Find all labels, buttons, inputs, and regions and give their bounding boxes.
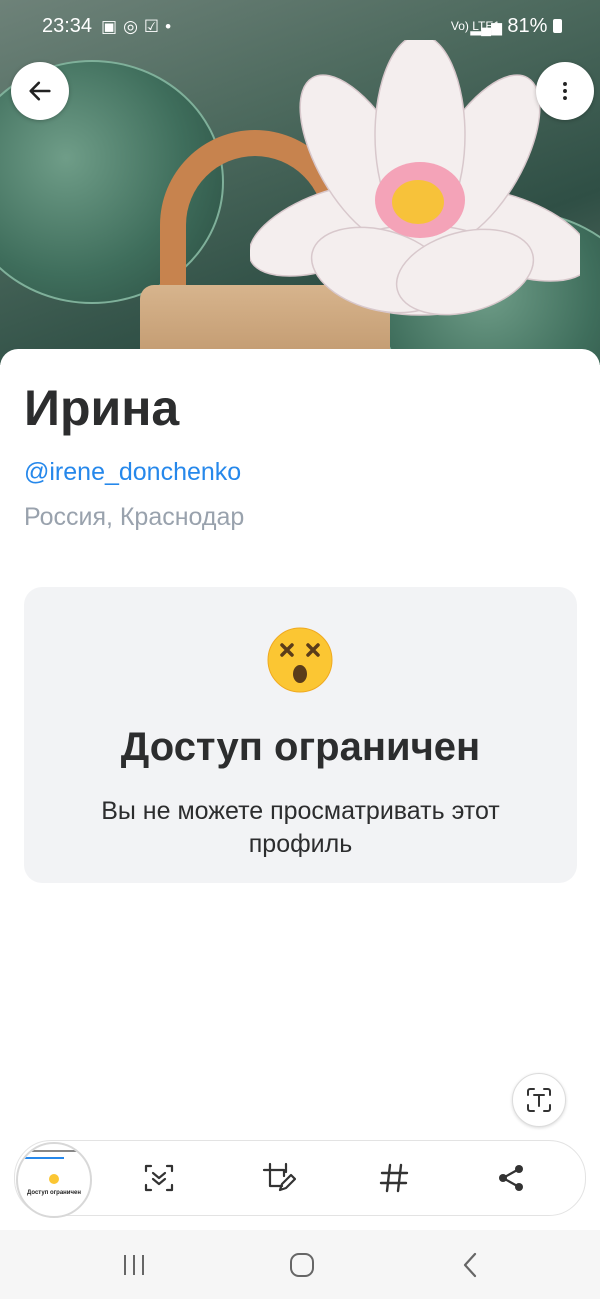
arrow-left-icon [29, 81, 51, 101]
home-icon [290, 1253, 314, 1277]
status-time: 23:34 [42, 15, 93, 37]
thumb-line [24, 1157, 64, 1159]
screenshot-thumbnail[interactable]: Доступ ограничен [16, 1142, 92, 1218]
profile-cover-image [0, 0, 600, 365]
kebab-menu-icon [563, 82, 567, 100]
more-options-button[interactable] [536, 62, 594, 120]
lotus-flower [250, 40, 580, 316]
restricted-description: Вы не можете просматривать этот профиль [101, 797, 500, 858]
thumb-emoji [49, 1174, 59, 1184]
share-button[interactable] [491, 1158, 531, 1198]
profile-handle[interactable]: @irene_donchenko [24, 458, 241, 487]
notification-icons: ▣◎☑• [101, 17, 177, 37]
thumbnail-title: Доступ ограничен [27, 1190, 81, 1196]
back-button[interactable] [11, 62, 69, 120]
scroll-capture-icon [144, 1164, 174, 1192]
dizzy-face-emoji-icon [267, 627, 333, 693]
recent-apps-button[interactable] [114, 1248, 154, 1282]
profile-location: Россия, Краснодар [24, 503, 245, 531]
hashtag-button[interactable] [374, 1158, 414, 1198]
crop-edit-icon [262, 1162, 296, 1192]
recent-apps-icon [124, 1255, 144, 1275]
whatsapp-icon: ◎ [123, 17, 144, 36]
text-recognition-icon [527, 1088, 551, 1112]
home-button[interactable] [282, 1248, 322, 1282]
checkbox-icon: ☑ [143, 17, 166, 36]
restricted-title: Доступ ограничен [120, 725, 481, 769]
restricted-access-card: Доступ ограничен Вы не можете просматрив… [24, 587, 577, 883]
scroll-capture-button[interactable] [139, 1158, 179, 1198]
dot-icon: • [165, 17, 178, 36]
profile-name: Ирина [24, 380, 180, 436]
chevron-left-icon [463, 1252, 477, 1278]
battery-percent: 81% [507, 15, 548, 37]
extract-text-button[interactable] [512, 1073, 566, 1127]
back-nav-button[interactable] [450, 1248, 490, 1282]
battery-indicator: ▂▄▆ 81% [470, 15, 562, 38]
battery-icon [553, 19, 562, 33]
edit-button[interactable] [258, 1158, 298, 1198]
gallery-icon: ▣ [101, 17, 124, 36]
signal-icon: ▂▄▆ [470, 19, 502, 35]
thumb-line [24, 1150, 84, 1152]
status-bar: 23:34 ▣◎☑• Vo) LTE1 ▂▄▆ 81% [0, 0, 600, 46]
share-icon [499, 1165, 523, 1191]
hashtag-icon [379, 1163, 409, 1193]
